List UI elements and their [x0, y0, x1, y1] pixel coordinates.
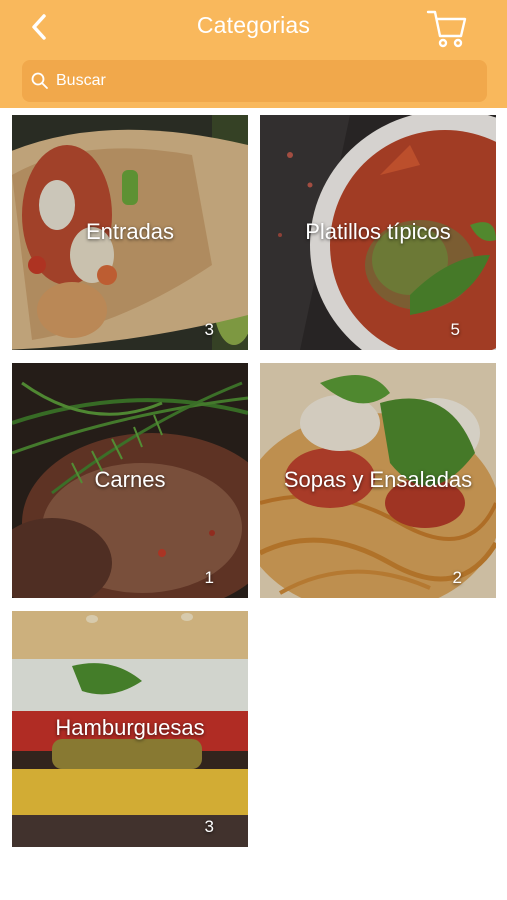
search-bar[interactable]: [22, 60, 487, 102]
category-tile-entradas[interactable]: Entradas 3: [12, 115, 248, 350]
category-count: 3: [204, 320, 214, 339]
category-name: Platillos típicos: [305, 219, 451, 244]
category-count: 2: [452, 568, 462, 587]
category-count: 1: [204, 568, 214, 587]
category-tile-carnes[interactable]: Carnes 1: [12, 363, 248, 598]
category-count: 3: [204, 817, 214, 836]
category-tile-hamburguesas[interactable]: Hamburguesas 3: [12, 611, 248, 847]
category-name: Carnes: [94, 467, 166, 492]
category-name: Entradas: [85, 219, 175, 244]
cart-button[interactable]: [425, 6, 469, 50]
category-name: Sopas y Ensaladas: [283, 467, 473, 492]
category-tile-sopas-y-ensaladas[interactable]: Sopas y Ensaladas 2: [260, 363, 496, 598]
shopping-cart-icon: [426, 10, 467, 48]
search-icon: [31, 72, 48, 89]
category-grid: Entradas 3 Platillos típicos 5 Carnes 1 …: [0, 108, 507, 900]
category-tile-platillos-tipicos[interactable]: Platillos típicos 5: [260, 115, 496, 350]
category-count: 5: [450, 320, 460, 339]
category-name: Hamburguesas: [55, 715, 205, 740]
search-input[interactable]: [56, 60, 476, 102]
app-header: Categorias: [0, 0, 507, 108]
